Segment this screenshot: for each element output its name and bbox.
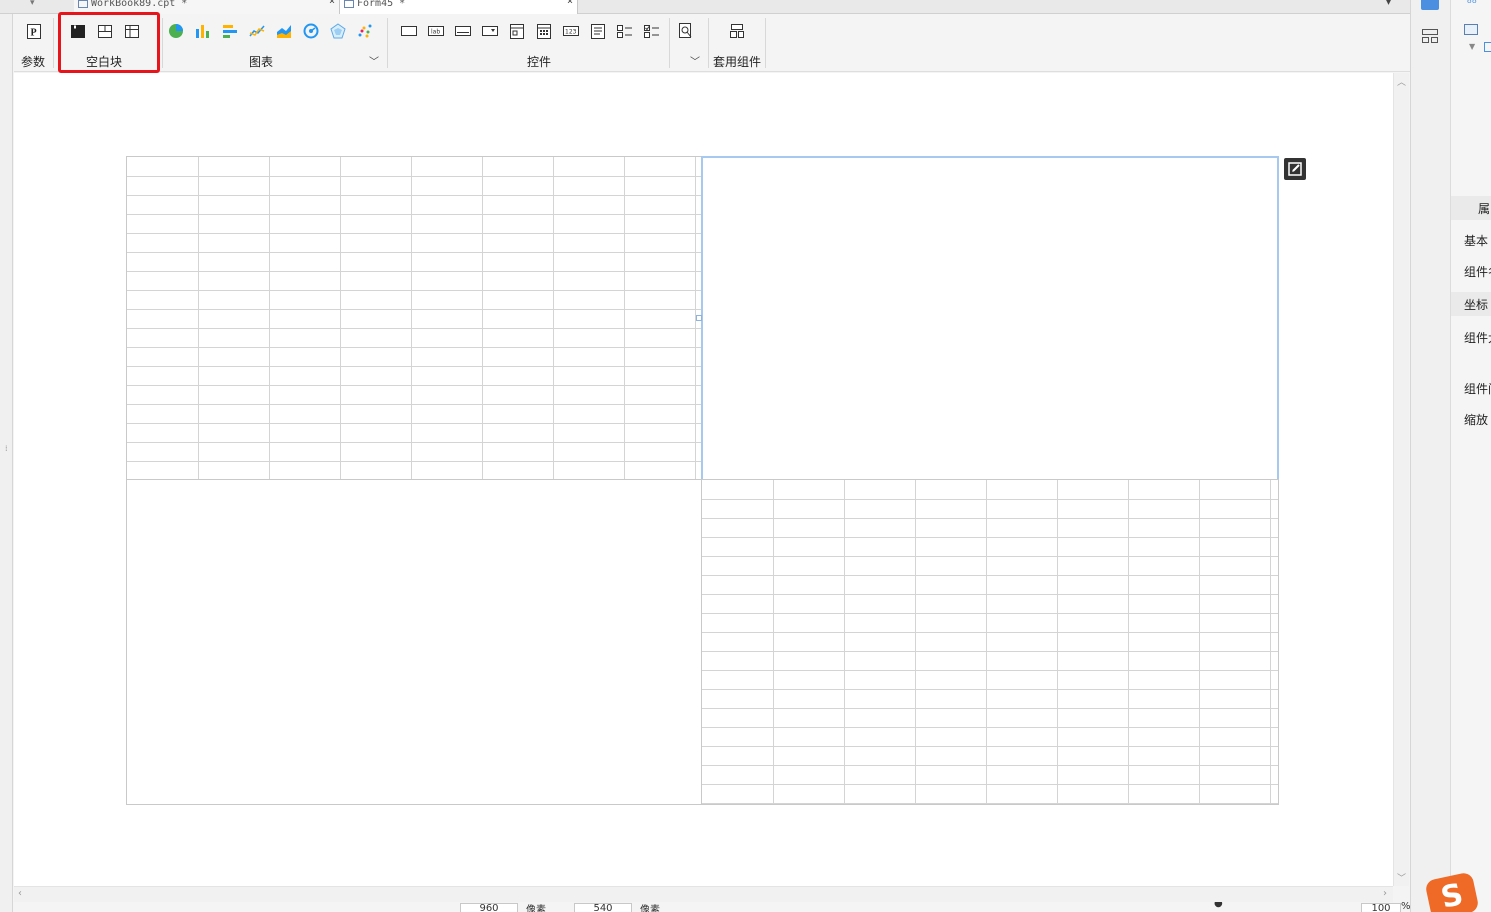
layout-panel-icon[interactable] [1421, 28, 1439, 47]
vertical-scrollbar[interactable]: ︿ ﹀ [1393, 73, 1409, 886]
param-label: 参数 [21, 55, 46, 69]
blank-block-highlight [58, 12, 160, 73]
splitter-grip-icon: ⁞ [5, 444, 8, 453]
ribbon-divider [669, 18, 670, 68]
ribbon-divider [162, 18, 163, 68]
toolbar-ribbon: P 参数 空白块 图表 ﹀ lab 123 控件 ﹀ 套用组件 [14, 12, 1410, 73]
area-chart-icon[interactable] [275, 22, 293, 40]
form-icon [344, 0, 354, 8]
property-zoom: 缩放 [1464, 413, 1489, 427]
tab-scroll-down-icon[interactable]: ▾ [30, 0, 35, 8]
chart-group-label: 图表 [249, 55, 274, 69]
radar-chart-icon[interactable] [329, 22, 347, 40]
width-unit-label: 像素 [526, 905, 546, 912]
report-block-top-left[interactable] [126, 156, 703, 480]
ribbon-divider [53, 18, 54, 68]
line-chart-icon[interactable] [248, 22, 266, 40]
button-control-icon[interactable] [400, 22, 418, 40]
dropdown-control-icon[interactable] [481, 22, 499, 40]
resize-handle[interactable] [696, 315, 702, 321]
preview-icon[interactable] [677, 22, 695, 40]
text-field-icon[interactable] [454, 22, 472, 40]
blank-block-bottom-left[interactable] [126, 479, 703, 805]
svg-text:P: P [31, 27, 37, 38]
report-block-bottom-right[interactable] [701, 479, 1279, 805]
canvas-width-input[interactable]: 960 [460, 903, 518, 912]
status-bar: 960 像素 540 像素 ● 100 % [14, 902, 1410, 912]
property-coordinate[interactable]: 坐标 [1464, 296, 1488, 313]
tab-list-icon[interactable]: ▾ [1386, 0, 1391, 8]
scatter-chart-icon[interactable] [356, 22, 374, 40]
tree-node-icon[interactable] [1484, 42, 1491, 52]
zoom-unit-label: % [1401, 902, 1410, 912]
ribbon-divider [708, 18, 709, 68]
param-p-icon[interactable]: P [25, 22, 43, 40]
checkbox-group-icon[interactable] [616, 22, 634, 40]
controls-expand-chevron-icon[interactable]: ﹀ [690, 53, 700, 68]
calendar-control-icon[interactable] [535, 22, 553, 40]
height-unit-label: 像素 [640, 905, 660, 912]
zoom-slider-thumb-icon[interactable]: ● [1214, 902, 1223, 909]
right-toolbar [1410, 0, 1450, 912]
tab-form[interactable]: Form45 * × [340, 0, 578, 14]
scroll-right-icon[interactable]: › [1383, 888, 1387, 899]
tab-close-icon[interactable]: × [567, 0, 573, 7]
chart-expand-chevron-icon[interactable]: ﹀ [369, 53, 379, 68]
app-window: ▾ WorkBook89.cpt * × Form45 * × ▾ ⁞ P 参数 [0, 0, 1491, 912]
tab-form-label: Form45 * [357, 0, 406, 9]
tab-workbook-label: WorkBook89.cpt * [91, 0, 188, 9]
property-tab-attr[interactable]: 属 [1478, 200, 1490, 217]
left-splitter[interactable]: ⁞ [0, 14, 13, 912]
bar-chart-icon[interactable] [194, 22, 212, 40]
tab-close-icon[interactable]: × [329, 0, 335, 7]
tab-strip: ▾ WorkBook89.cpt * × Form45 * × ▾ [0, 0, 1410, 14]
horizontal-scrollbar[interactable]: ‹ › [14, 886, 1393, 902]
horizontal-bar-icon[interactable] [221, 22, 239, 40]
scroll-down-icon[interactable]: ﹀ [1397, 871, 1406, 884]
canvas-height-input[interactable]: 540 [574, 903, 632, 912]
label-control-icon[interactable]: lab [427, 22, 445, 40]
widget-tree-icon[interactable]: ᵒᵒ [1467, 0, 1477, 10]
property-component-name: 组件名 [1464, 265, 1491, 279]
component-tree-icon[interactable] [1421, 0, 1439, 10]
form-root-icon[interactable] [1464, 24, 1478, 35]
date-control-icon[interactable] [508, 22, 526, 40]
blank-block-selected[interactable] [701, 156, 1279, 481]
workbook-icon [78, 0, 88, 8]
property-component-size: 组件大 [1464, 331, 1491, 345]
edit-icon [1288, 162, 1302, 176]
ribbon-divider [387, 18, 388, 68]
property-basic[interactable]: 基本 [1464, 232, 1488, 249]
edit-block-button[interactable] [1284, 158, 1306, 180]
svg-text:lab: lab [431, 29, 440, 36]
ribbon-divider [765, 18, 766, 68]
textarea-control-icon[interactable] [589, 22, 607, 40]
pie-chart-icon[interactable] [167, 22, 185, 40]
scroll-left-icon[interactable]: ‹ [18, 888, 22, 899]
controls-group-label: 控件 [527, 55, 552, 69]
number-control-icon[interactable]: 123 [562, 22, 580, 40]
properties-panel: ᵒᵒ ▼ 属 基本 组件名 坐标 组件大 组件间 缩放 [1450, 0, 1491, 912]
gauge-chart-icon[interactable] [302, 22, 320, 40]
zoom-input[interactable]: 100 [1361, 903, 1401, 912]
template-component-label: 套用组件 [713, 55, 762, 69]
property-component-spacing: 组件间 [1464, 382, 1491, 396]
scroll-up-icon[interactable]: ︿ [1397, 75, 1406, 88]
radio-group-icon[interactable] [643, 22, 661, 40]
svg-text:123: 123 [565, 29, 577, 36]
tree-expand-icon[interactable]: ▼ [1469, 42, 1475, 51]
template-component-icon[interactable] [728, 22, 746, 40]
